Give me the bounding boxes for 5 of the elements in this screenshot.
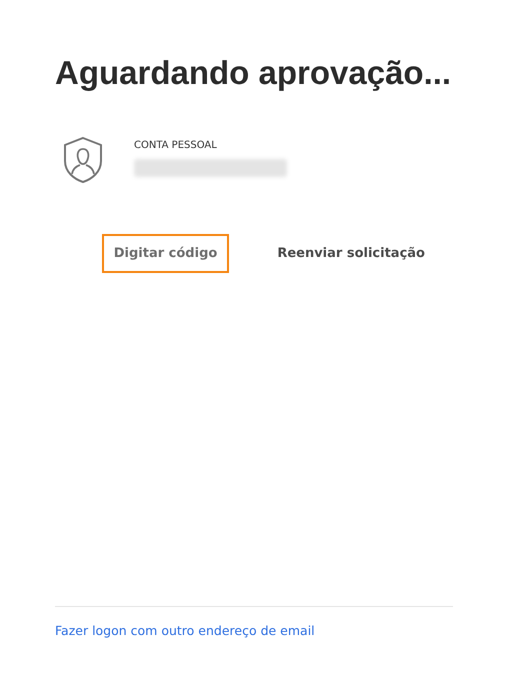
enter-code-button[interactable]: Digitar código	[102, 234, 230, 273]
page-title: Aguardando aprovação...	[55, 54, 452, 92]
alternate-login-link[interactable]: Fazer logon com outro endereço de email	[55, 623, 315, 638]
account-type-label: CONTA PESSOAL	[134, 140, 218, 151]
account-shield-icon	[62, 136, 104, 184]
